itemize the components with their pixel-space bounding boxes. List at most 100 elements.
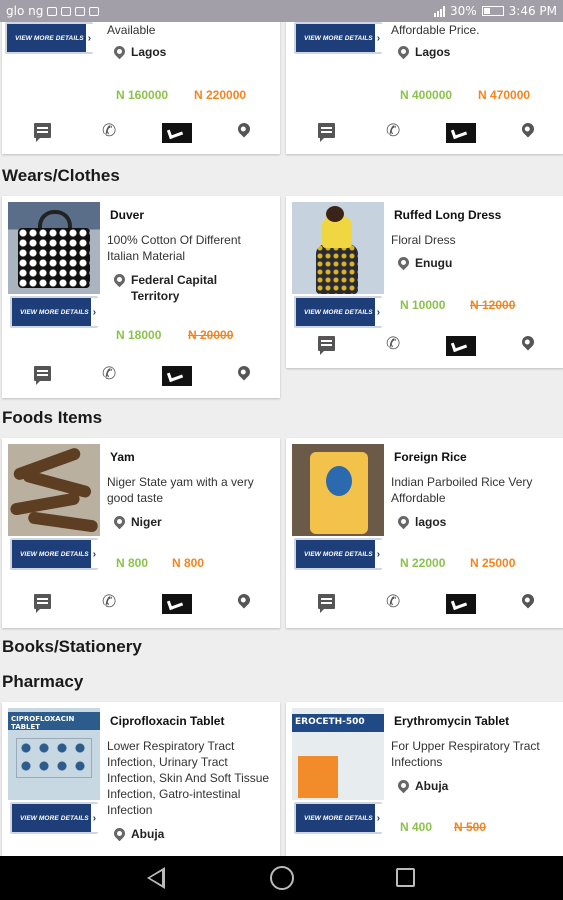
phone-icon: ✆: [102, 364, 117, 384]
map-button[interactable]: [519, 120, 537, 138]
view-more-details-button[interactable]: VIEW MORE DETAILS: [5, 22, 93, 54]
location-pin-icon: [395, 513, 412, 530]
view-more-details-button[interactable]: VIEW MORE DETAILS: [294, 538, 382, 570]
phone-icon: ✆: [386, 121, 401, 141]
chat-icon: [34, 123, 51, 142]
call-button[interactable]: ✆: [386, 594, 400, 611]
location-pin-icon: [395, 254, 412, 271]
notification-icon: [75, 6, 86, 16]
card-actions: ✆: [2, 120, 280, 147]
chat-icon: [34, 594, 51, 613]
map-marker-icon: [519, 591, 537, 609]
call-button[interactable]: ✆: [102, 366, 116, 383]
product-old-price: N 12000: [470, 298, 516, 312]
product-description: Available: [107, 23, 156, 37]
product-title: Yam: [110, 450, 135, 464]
product-card[interactable]: CIPROFLOXACIN TABLET VIEW MORE DETAILS C…: [2, 702, 280, 856]
product-description: Affordable Price.: [391, 23, 480, 37]
call-button[interactable]: ✆: [102, 123, 116, 140]
message-icon: [61, 6, 72, 16]
location-text: Abuja: [131, 827, 165, 841]
product-image[interactable]: [292, 202, 384, 294]
product-image[interactable]: EROCETH-500: [292, 708, 384, 800]
video-call-button[interactable]: [162, 366, 192, 386]
video-call-button[interactable]: [446, 336, 476, 356]
home-icon[interactable]: [270, 866, 294, 890]
video-call-icon: [162, 366, 192, 386]
product-card[interactable]: VIEW MORE DETAILS Yam Niger State yam wi…: [2, 438, 280, 628]
product-list[interactable]: VIEW MORE DETAILS Available Lagos N 1600…: [0, 22, 563, 856]
product-price: N 160000: [116, 88, 169, 102]
video-call-icon: [162, 594, 192, 614]
image-icon: [89, 6, 100, 16]
map-button[interactable]: [519, 333, 537, 351]
product-image[interactable]: [8, 444, 100, 536]
video-call-button[interactable]: [446, 594, 476, 614]
product-card[interactable]: VIEW MORE DETAILS Foreign Rice Indian Pa…: [286, 438, 563, 628]
product-card[interactable]: VIEW MORE DETAILS Available Lagos N 1600…: [2, 22, 280, 154]
video-call-button[interactable]: [162, 123, 192, 143]
product-title: Foreign Rice: [394, 450, 467, 464]
video-call-button[interactable]: [162, 594, 192, 614]
product-price: N 18000: [116, 328, 162, 342]
view-more-details-button[interactable]: VIEW MORE DETAILS: [10, 296, 98, 328]
map-marker-icon: [519, 120, 537, 138]
battery-percent: 30%: [449, 4, 477, 18]
map-marker-icon: [235, 363, 253, 381]
view-more-details-button[interactable]: VIEW MORE DETAILS: [294, 296, 382, 328]
section-title-pharmacy: Pharmacy: [2, 672, 84, 691]
location-text: Lagos: [131, 45, 167, 59]
map-button[interactable]: [235, 363, 253, 381]
product-image[interactable]: CIPROFLOXACIN TABLET: [8, 708, 100, 800]
location-text: Enugu: [415, 256, 453, 270]
call-button[interactable]: ✆: [386, 123, 400, 140]
call-button[interactable]: ✆: [102, 594, 116, 611]
product-card[interactable]: VIEW MORE DETAILS Ruffed Long Dress Flor…: [286, 196, 563, 368]
product-price: N 22000: [400, 556, 446, 570]
product-location: lagos: [395, 513, 446, 530]
phone-icon: ✆: [102, 592, 117, 612]
product-title: Ciprofloxacin Tablet: [110, 714, 225, 728]
video-call-icon: [446, 123, 476, 143]
recent-apps-icon[interactable]: [396, 868, 415, 887]
phone-icon: ✆: [386, 592, 401, 612]
call-button[interactable]: ✆: [386, 336, 400, 353]
product-description: Lower Respiratory Tract Infection, Urina…: [107, 739, 270, 817]
card-actions: ✆: [286, 120, 563, 147]
product-old-price: N 500: [454, 820, 487, 834]
product-image[interactable]: [292, 444, 384, 536]
product-location: Lagos: [111, 43, 167, 60]
view-more-details-button[interactable]: VIEW MORE DETAILS: [10, 802, 98, 834]
location-text: Federal Capital Territory: [131, 273, 218, 303]
map-button[interactable]: [235, 120, 253, 138]
product-card[interactable]: VIEW MORE DETAILS Duver 100% Cotton Of D…: [2, 196, 280, 398]
chat-icon: [318, 123, 335, 142]
map-button[interactable]: [519, 591, 537, 609]
product-card[interactable]: EROCETH-500 VIEW MORE DETAILS Erythromyc…: [286, 702, 563, 856]
location-pin-icon: [395, 777, 412, 794]
product-card[interactable]: VIEW MORE DETAILS Affordable Price. Lago…: [286, 22, 563, 154]
product-description: Indian Parboiled Rice Very Affordable: [391, 475, 533, 505]
back-icon[interactable]: [147, 867, 165, 889]
view-more-details-button[interactable]: VIEW MORE DETAILS: [294, 22, 382, 54]
chat-button[interactable]: [318, 336, 335, 355]
chat-button[interactable]: [318, 123, 335, 142]
chat-button[interactable]: [34, 123, 51, 142]
product-old-price: N 20000: [188, 328, 234, 342]
view-more-details-button[interactable]: VIEW MORE DETAILS: [10, 538, 98, 570]
product-description: Floral Dress: [391, 233, 456, 247]
video-call-button[interactable]: [446, 123, 476, 143]
status-bar: glo ng 30% 3:46 PM: [0, 0, 563, 22]
view-more-details-button[interactable]: VIEW MORE DETAILS: [294, 802, 382, 834]
product-title: Duver: [110, 208, 145, 222]
product-image[interactable]: [8, 202, 100, 294]
chat-button[interactable]: [34, 366, 51, 385]
map-marker-icon: [235, 591, 253, 609]
chat-button[interactable]: [318, 594, 335, 613]
product-description: For Upper Respiratory Tract Infections: [391, 739, 540, 769]
section-title-wears: Wears/Clothes: [2, 166, 120, 185]
chat-button[interactable]: [34, 594, 51, 613]
product-location: Federal Capital Territory: [111, 271, 264, 304]
map-button[interactable]: [235, 591, 253, 609]
phone-icon: ✆: [102, 121, 117, 141]
